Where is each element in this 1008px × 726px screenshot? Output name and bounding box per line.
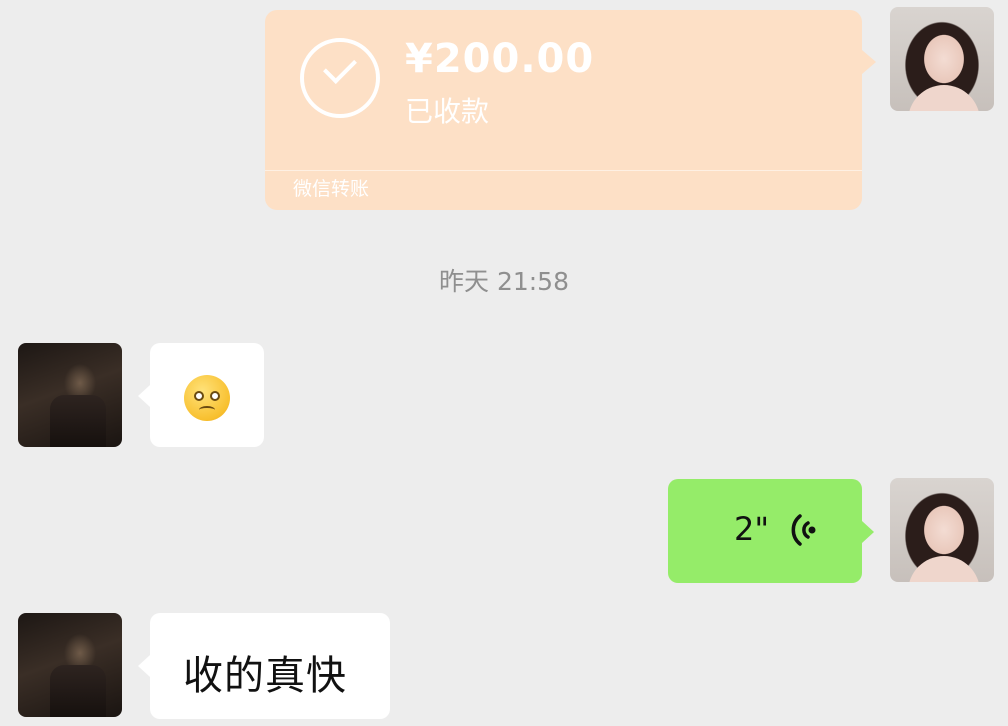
transfer-card[interactable]: ¥200.00 已收款 微信转账 (265, 10, 876, 210)
contact-avatar[interactable] (18, 613, 122, 717)
contact-avatar[interactable] (18, 343, 122, 447)
voice-duration: 2" (734, 510, 770, 548)
transfer-status: 已收款 (405, 95, 490, 128)
transfer-amount: ¥200.00 (405, 36, 595, 82)
my-avatar[interactable] (890, 7, 994, 111)
awkward-emoji-icon (184, 375, 230, 421)
text-message-bubble[interactable]: 收的真快 (138, 613, 390, 719)
voice-message-bubble[interactable]: 2" (668, 479, 874, 583)
emoji-message-bubble[interactable] (138, 343, 264, 447)
transfer-divider (265, 170, 862, 171)
message-text: 收的真快 (183, 653, 347, 699)
check-circle-icon (300, 38, 380, 118)
transfer-footer: 微信转账 (293, 178, 370, 200)
chat-timestamp: 昨天 21:58 (439, 267, 569, 296)
voice-wave-icon (791, 514, 816, 546)
my-avatar[interactable] (890, 478, 994, 582)
